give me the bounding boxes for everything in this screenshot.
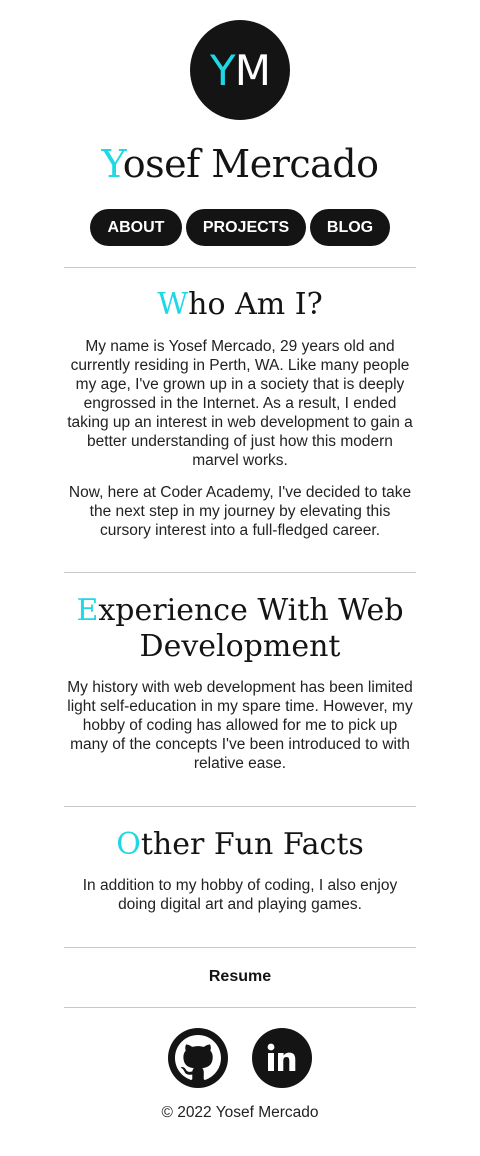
section-paragraph: Now, here at Coder Academy, I've decided…	[68, 484, 412, 539]
logo-letter-m: M	[234, 45, 271, 95]
linkedin-icon	[267, 1043, 296, 1071]
resume-link[interactable]: Resume	[0, 968, 480, 986]
page: YM Yosef Mercado ABOUT PROJECTS BLOG Who…	[0, 0, 480, 1156]
copyright: © 2022 Yosef Mercado	[161, 1104, 319, 1121]
logo[interactable]: YM	[190, 20, 290, 120]
site-title: Yosef Mercado	[0, 140, 480, 188]
logo-letter-y: Y	[210, 45, 236, 95]
section-title-fun-facts: Other Fun Facts	[40, 827, 440, 863]
github-icon	[175, 1035, 221, 1080]
site-title-initial: Y	[101, 142, 123, 186]
github-link[interactable]	[168, 1028, 228, 1088]
divider	[64, 947, 416, 948]
nav-projects-button[interactable]: PROJECTS	[186, 209, 306, 246]
section-title-rest: ho Am I?	[188, 287, 323, 322]
section-title-initial: O	[116, 827, 141, 862]
section-title-initial: W	[157, 287, 189, 322]
main-nav: ABOUT PROJECTS BLOG	[0, 209, 480, 246]
site-title-rest: osef Mercado	[122, 142, 379, 186]
section-title-experience: Experience With Web Development	[40, 593, 440, 665]
section-title-rest: ther Fun Facts	[140, 827, 364, 862]
section-paragraph: My history with web development has been…	[67, 679, 413, 772]
section-title-initial: E	[76, 593, 99, 628]
section-paragraph: In addition to my hobby of coding, I als…	[82, 877, 398, 913]
section-paragraph: My name is Yosef Mercado, 29 years old a…	[67, 338, 413, 469]
section-title-rest: xperience With Web Development	[98, 593, 404, 664]
divider	[64, 267, 416, 268]
nav-about-button[interactable]: ABOUT	[90, 209, 182, 246]
divider	[64, 1007, 416, 1008]
divider	[64, 572, 416, 573]
linkedin-link[interactable]	[252, 1028, 312, 1088]
nav-blog-button[interactable]: BLOG	[310, 209, 390, 246]
divider	[64, 806, 416, 807]
section-title-who-am-i: Who Am I?	[40, 287, 440, 323]
